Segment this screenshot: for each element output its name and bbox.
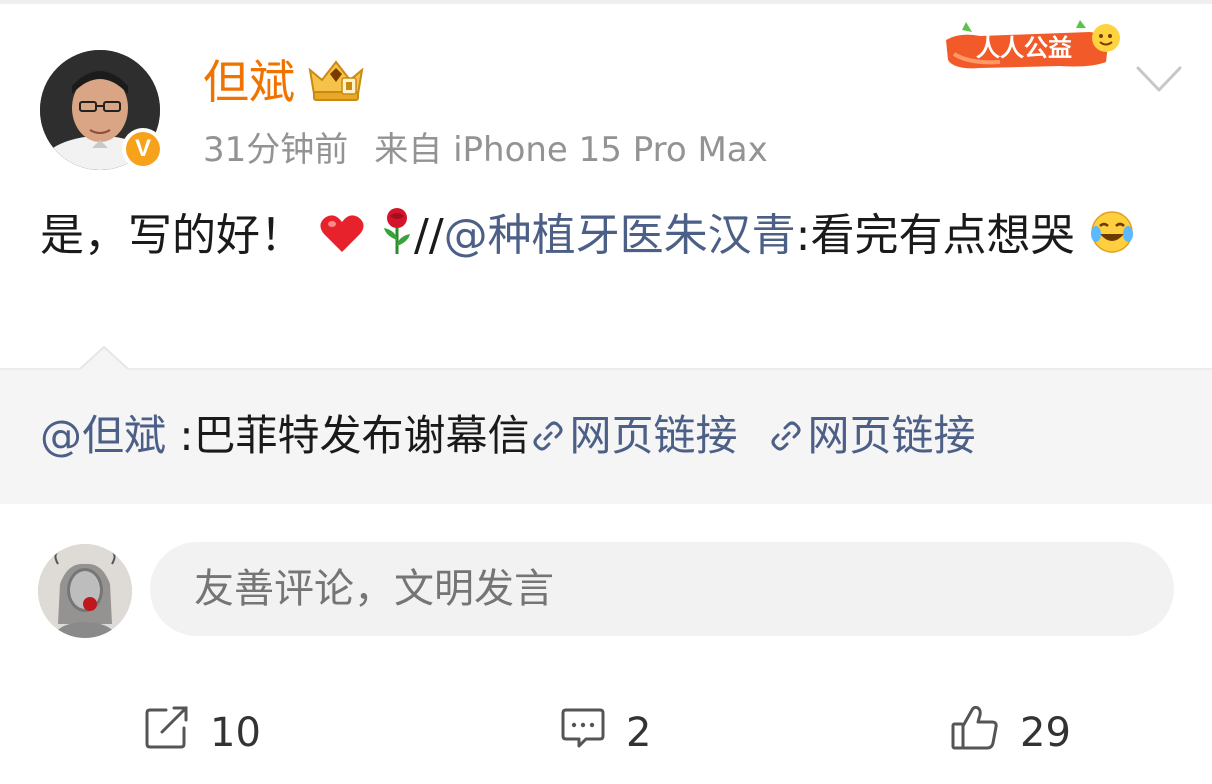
post-source: 来自 iPhone 15 Pro Max [374,130,768,170]
post-quoted-text: :看完有点想哭 [795,210,1075,261]
author-name[interactable]: 但斌 [203,54,295,110]
top-divider [0,0,1212,4]
web-link-1-label: 网页链接 [569,411,738,460]
repost-button[interactable]: 10 [144,706,261,760]
comment-input[interactable] [150,542,1174,636]
web-link-2[interactable]: 网页链接 [768,411,976,460]
post-main-text: 是，写的好！ [40,210,304,261]
verified-badge: V [122,128,164,170]
quoted-author-mention[interactable]: @但斌 [40,411,166,460]
charity-badge-label: 人人公益 [976,34,1072,62]
rose-emoji-icon [380,206,414,272]
repost-separator: // [414,210,444,261]
verified-v-icon: V [126,132,160,166]
charity-badge[interactable]: 人人公益 [940,14,1130,76]
like-button[interactable]: 29 [950,705,1071,758]
link-icon [768,412,804,468]
repost-count: 10 [210,710,261,756]
current-user-avatar[interactable] [38,544,132,638]
post-mention-link[interactable]: @种植牙医朱汉青 [444,210,796,261]
comment-icon [560,706,606,760]
heart-emoji-icon [318,212,366,272]
repost-icon [144,706,190,760]
chevron-down-icon[interactable] [1134,62,1184,100]
post-time: 31分钟前 [203,130,349,170]
comment-count: 2 [626,710,652,756]
comment-button[interactable]: 2 [560,708,651,758]
thumbs-up-icon [950,704,1000,762]
quoted-post-body: :巴菲特发布谢幕信 [166,411,530,460]
web-link-2-label: 网页链接 [807,411,976,460]
laugh-cry-emoji-icon [1088,208,1136,272]
quoted-post-text: @但斌 :巴菲特发布谢幕信 网页链接 网页链接 [40,408,976,468]
web-link-1[interactable]: 网页链接 [530,411,738,460]
post-meta: 31分钟前 来自 iPhone 15 Pro Max [203,128,768,172]
like-count: 29 [1020,710,1071,756]
link-icon [530,412,566,468]
post-text: 是，写的好！ //@种植牙医朱汉青:看完有点想哭 [40,206,1180,272]
vip-crown-icon [306,56,366,106]
